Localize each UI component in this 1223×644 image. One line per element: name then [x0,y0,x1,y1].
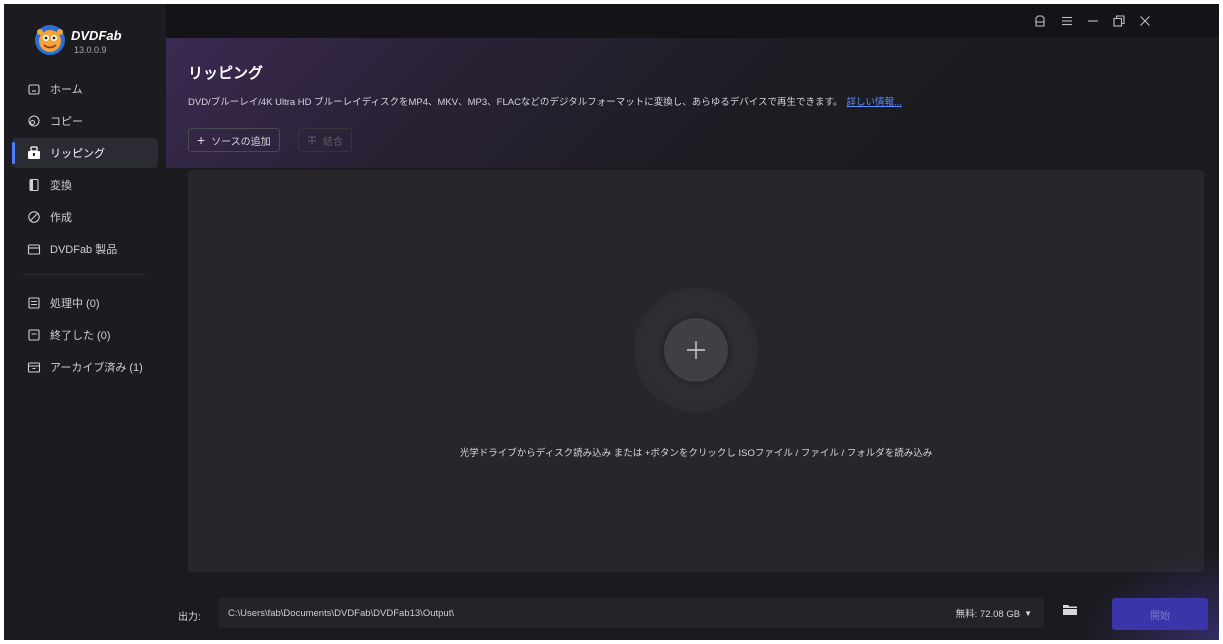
processing-icon [28,297,40,309]
restore-icon[interactable] [1112,14,1126,28]
minimize-icon[interactable] [1086,14,1100,28]
sidebar-item-label: アーカイブ済み (1) [50,362,143,374]
sidebar-item-create[interactable]: 作成 [12,202,158,232]
skin-icon[interactable] [1033,14,1047,28]
caret-down-icon: ▼ [1024,608,1032,618]
sidebar-item-label: 終了した (0) [50,330,111,342]
sidebar: DVDFab 13.0.0.9 ホーム コピー リッピング 変換 作成 DVDF… [4,4,166,640]
archive-icon [27,362,41,373]
products-icon [27,244,41,255]
add-source-label: ソースの追加 [211,136,271,148]
output-bar: 出力: C:\Users\fab\Documents\DVDFab\DVDFab… [166,550,1219,640]
sidebar-item-label: ホーム [50,84,83,96]
folder-icon[interactable] [1062,602,1078,618]
output-path: C:\Users\fab\Documents\DVDFab\DVDFab13\O… [228,607,454,619]
main-panel: リッピング DVD/ブルーレイ/4K Ultra HD ブルーレイディスクをMP… [166,4,1219,640]
start-button[interactable]: 開始 [1112,598,1208,630]
sidebar-item-label: DVDFab 製品 [50,244,118,256]
copy-icon [28,115,40,127]
merge-icon [308,136,316,144]
merge-button[interactable]: 結合 [298,128,352,152]
sidebar-item-label: 作成 [50,212,72,224]
description-text: DVD/ブルーレイ/4K Ultra HD ブルーレイディスクをMP4、MKV、… [188,97,843,108]
page-title: リッピング [188,65,264,82]
finished-icon [28,329,40,341]
brand-name: DVDFab [71,28,122,43]
sidebar-item-ripper[interactable]: リッピング [12,138,158,168]
title-bar [166,4,1219,38]
add-source-button[interactable]: + ソースの追加 [188,128,280,152]
more-info-link[interactable]: 詳しい情報... [847,97,902,108]
merge-label: 結合 [323,136,343,148]
plus-icon: + [197,132,206,148]
page-description: DVD/ブルーレイ/4K Ultra HD ブルーレイディスクをMP4、MKV、… [188,94,902,108]
create-icon [28,211,40,223]
output-label: 出力: [178,612,201,623]
menu-icon[interactable] [1060,14,1074,28]
drop-area[interactable]: 光学ドライブからディスク読み込み または +ボタンをクリックし ISOファイル … [188,170,1204,572]
dvdfab-logo [35,25,65,55]
app-version: 13.0.0.9 [74,45,107,55]
close-icon[interactable] [1138,14,1152,28]
sidebar-item-copy[interactable]: コピー [12,106,158,136]
sidebar-item-processing[interactable]: 処理中 (0) [12,288,158,318]
sidebar-item-convert[interactable]: 変換 [12,170,158,200]
sidebar-item-archive[interactable]: アーカイブ済み (1) [12,352,158,382]
sidebar-divider [22,274,146,275]
free-space-text: 無料: 72.08 GB [955,609,1021,620]
sidebar-item-home[interactable]: ホーム [12,74,158,104]
sidebar-item-label: コピー [50,116,83,128]
sidebar-item-label: リッピング [50,148,105,160]
drop-hint: 光学ドライブからディスク読み込み または +ボタンをクリックし ISOファイル … [459,448,933,459]
free-space-dropdown[interactable]: 無料: 72.08 GB ▼ [956,598,1032,628]
output-path-field[interactable]: C:\Users\fab\Documents\DVDFab\DVDFab13\O… [218,598,1044,628]
sidebar-item-products[interactable]: DVDFab 製品 [12,234,158,264]
convert-icon [29,178,39,192]
app-window: DVDFab 13.0.0.9 ホーム コピー リッピング 変換 作成 DVDF… [4,4,1219,640]
ripper-icon [28,146,40,159]
sidebar-item-finished[interactable]: 終了した (0) [12,320,158,350]
sidebar-item-label: 変換 [50,180,72,192]
plus-icon [687,341,705,359]
home-icon [28,84,40,95]
sidebar-item-label: 処理中 (0) [50,298,100,310]
add-file-button[interactable] [664,318,728,382]
